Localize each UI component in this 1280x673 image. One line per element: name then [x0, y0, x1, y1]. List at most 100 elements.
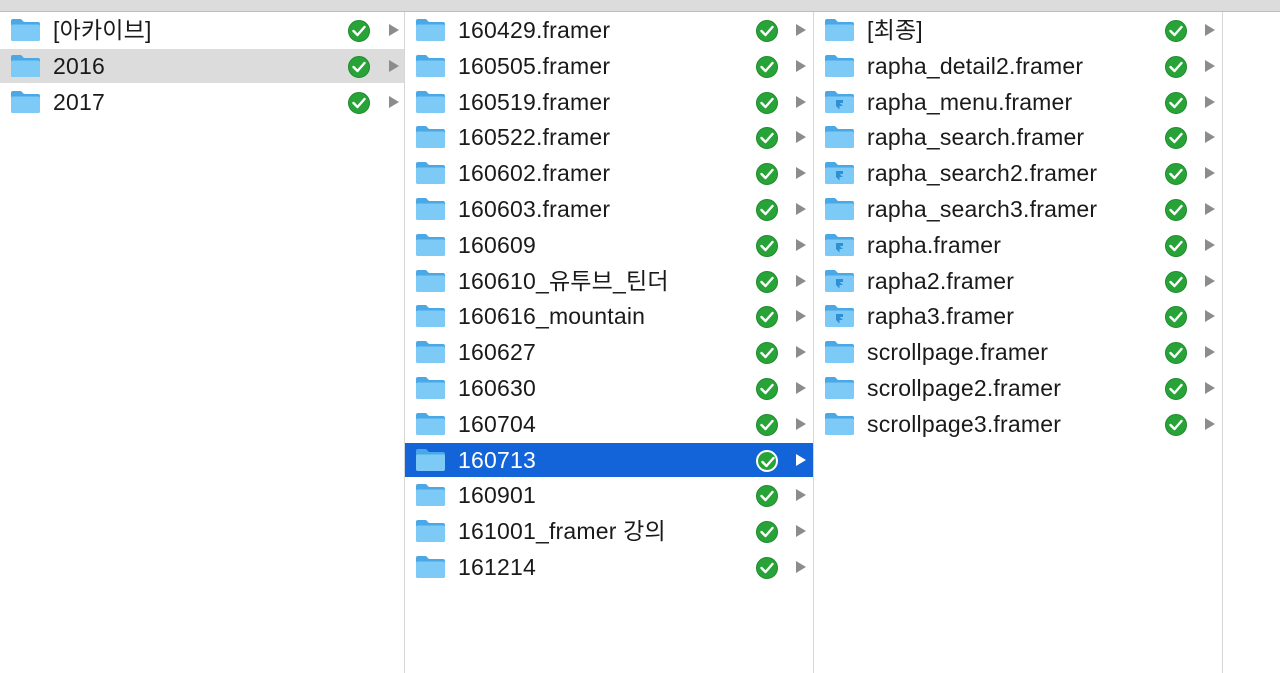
disclosure-arrow-icon[interactable] — [389, 24, 399, 36]
list-item[interactable]: 160602.framer — [405, 156, 813, 190]
disclosure-arrow-icon[interactable] — [796, 24, 806, 36]
disclosure-arrow-icon[interactable] — [389, 95, 399, 108]
sync-check-icon — [1165, 199, 1187, 221]
disclosure-arrow-icon[interactable] — [796, 238, 806, 251]
disclosure-arrow-icon[interactable] — [1205, 203, 1215, 215]
disclosure-arrow-icon[interactable] — [796, 95, 806, 108]
disclosure-arrow-icon[interactable] — [796, 203, 806, 215]
list-item[interactable]: rapha_search2.framer — [814, 156, 1222, 190]
column-2[interactable]: 160429.framer 160505.framer 160519.framer 1… — [405, 12, 814, 673]
list-item[interactable]: 161214 — [405, 550, 813, 584]
disclosure-arrow-icon[interactable] — [796, 131, 806, 144]
disclosure-arrow-icon[interactable] — [796, 346, 806, 359]
list-item[interactable]: rapha.framer — [814, 228, 1222, 262]
folder-icon — [824, 125, 855, 149]
disclosure-arrow-icon[interactable] — [1205, 95, 1215, 108]
list-item[interactable]: 160429.framer — [405, 13, 813, 47]
disclosure-arrow-icon[interactable] — [1205, 346, 1215, 359]
sync-check-icon — [756, 270, 778, 293]
disclosure-arrow-icon[interactable] — [1205, 131, 1215, 144]
sync-check-icon — [756, 557, 778, 579]
disclosure-arrow-icon[interactable] — [796, 453, 806, 466]
list-item[interactable]: 160713 — [405, 442, 813, 477]
disclosure-arrow-icon[interactable] — [796, 310, 806, 323]
folder-icon — [415, 161, 446, 185]
disclosure-arrow-icon[interactable] — [1205, 310, 1215, 323]
item-name: 160519.framer — [458, 88, 611, 115]
item-name: 161214 — [458, 554, 536, 580]
disclosure-arrow-icon[interactable] — [1205, 274, 1215, 287]
sync-check-icon — [756, 199, 778, 221]
disclosure-arrow-icon[interactable] — [796, 382, 806, 394]
list-item[interactable]: 160627 — [405, 335, 813, 369]
list-item[interactable]: rapha_search.framer — [814, 120, 1222, 154]
list-item[interactable]: scrollpage.framer — [814, 335, 1222, 369]
disclosure-arrow-icon[interactable] — [796, 417, 806, 430]
item-name: 161001_framer 강의 — [458, 518, 666, 545]
list-item[interactable]: 160519.framer — [405, 85, 813, 119]
disclosure-arrow-icon[interactable] — [1205, 59, 1215, 72]
disclosure-arrow-icon[interactable] — [1205, 382, 1215, 394]
list-item[interactable]: [아카이브] — [0, 13, 404, 47]
list-item[interactable]: scrollpage2.framer — [814, 371, 1222, 405]
list-item[interactable]: rapha3.framer — [814, 299, 1222, 333]
sync-check-icon — [756, 163, 778, 186]
disclosure-arrow-icon[interactable] — [389, 59, 399, 72]
list-item[interactable]: 160616_mountain — [405, 299, 813, 333]
disclosure-arrow-icon[interactable] — [1205, 417, 1215, 430]
list-item[interactable]: rapha_detail2.framer — [814, 49, 1222, 83]
list-item[interactable]: 160630 — [405, 371, 813, 405]
disclosure-arrow-icon[interactable] — [796, 274, 806, 287]
list-item[interactable]: 2016 — [0, 48, 404, 83]
disclosure-arrow-icon[interactable] — [796, 167, 806, 180]
sync-check-icon — [756, 378, 778, 400]
list-item[interactable]: scrollpage3.framer — [814, 407, 1222, 441]
list-item[interactable]: rapha_search3.framer — [814, 192, 1222, 226]
list-item[interactable]: 160505.framer — [405, 49, 813, 83]
item-name: rapha_search.framer — [867, 124, 1085, 151]
disclosure-arrow-icon[interactable] — [796, 525, 806, 538]
folder-icon — [415, 519, 446, 543]
folder-icon — [824, 197, 855, 221]
sync-check-icon — [756, 521, 778, 544]
sync-check-icon — [1165, 55, 1187, 78]
column-3[interactable]: [최종] rapha_detail2.framer rapha_menu.frame… — [814, 12, 1223, 673]
list-item[interactable]: 160704 — [405, 407, 813, 441]
item-name: 160713 — [458, 446, 536, 473]
item-name: 2016 — [53, 52, 105, 79]
disclosure-arrow-icon[interactable] — [796, 489, 806, 502]
list-item[interactable]: 160522.framer — [405, 120, 813, 154]
folder-icon — [824, 54, 855, 78]
disclosure-arrow-icon[interactable] — [796, 59, 806, 72]
framer-folder-icon — [824, 304, 855, 328]
list-item[interactable]: 160901 — [405, 478, 813, 512]
list-item[interactable]: rapha_menu.framer — [814, 85, 1222, 119]
list-item[interactable]: 2017 — [0, 85, 404, 119]
sync-check-icon — [756, 234, 778, 257]
item-name: rapha_search3.framer — [867, 196, 1098, 222]
list-item[interactable]: 160609 — [405, 228, 813, 262]
list-item[interactable]: rapha2.framer — [814, 264, 1222, 298]
column-1[interactable]: [아카이브] 2016 2017 — [0, 12, 405, 673]
sync-check-icon — [1165, 127, 1187, 150]
disclosure-arrow-icon[interactable] — [1205, 24, 1215, 36]
framer-folder-icon — [824, 233, 855, 257]
sync-check-icon — [756, 91, 778, 114]
item-name: scrollpage2.framer — [867, 375, 1062, 401]
item-name: 160704 — [458, 410, 536, 437]
sync-check-icon — [348, 55, 370, 78]
list-item[interactable]: [최종] — [814, 13, 1222, 47]
folder-icon — [10, 18, 41, 42]
list-item[interactable]: 160603.framer — [405, 192, 813, 226]
item-name: scrollpage3.framer — [867, 410, 1062, 437]
sync-check-icon — [756, 306, 778, 329]
sync-check-icon — [1165, 234, 1187, 257]
folder-icon — [415, 340, 446, 364]
list-item[interactable]: 160610_유투브_틴더 — [405, 264, 813, 298]
disclosure-arrow-icon[interactable] — [796, 561, 806, 573]
disclosure-arrow-icon[interactable] — [1205, 167, 1215, 180]
folder-icon — [415, 90, 446, 114]
disclosure-arrow-icon[interactable] — [1205, 238, 1215, 251]
folder-icon — [824, 412, 855, 436]
list-item[interactable]: 161001_framer 강의 — [405, 514, 813, 548]
